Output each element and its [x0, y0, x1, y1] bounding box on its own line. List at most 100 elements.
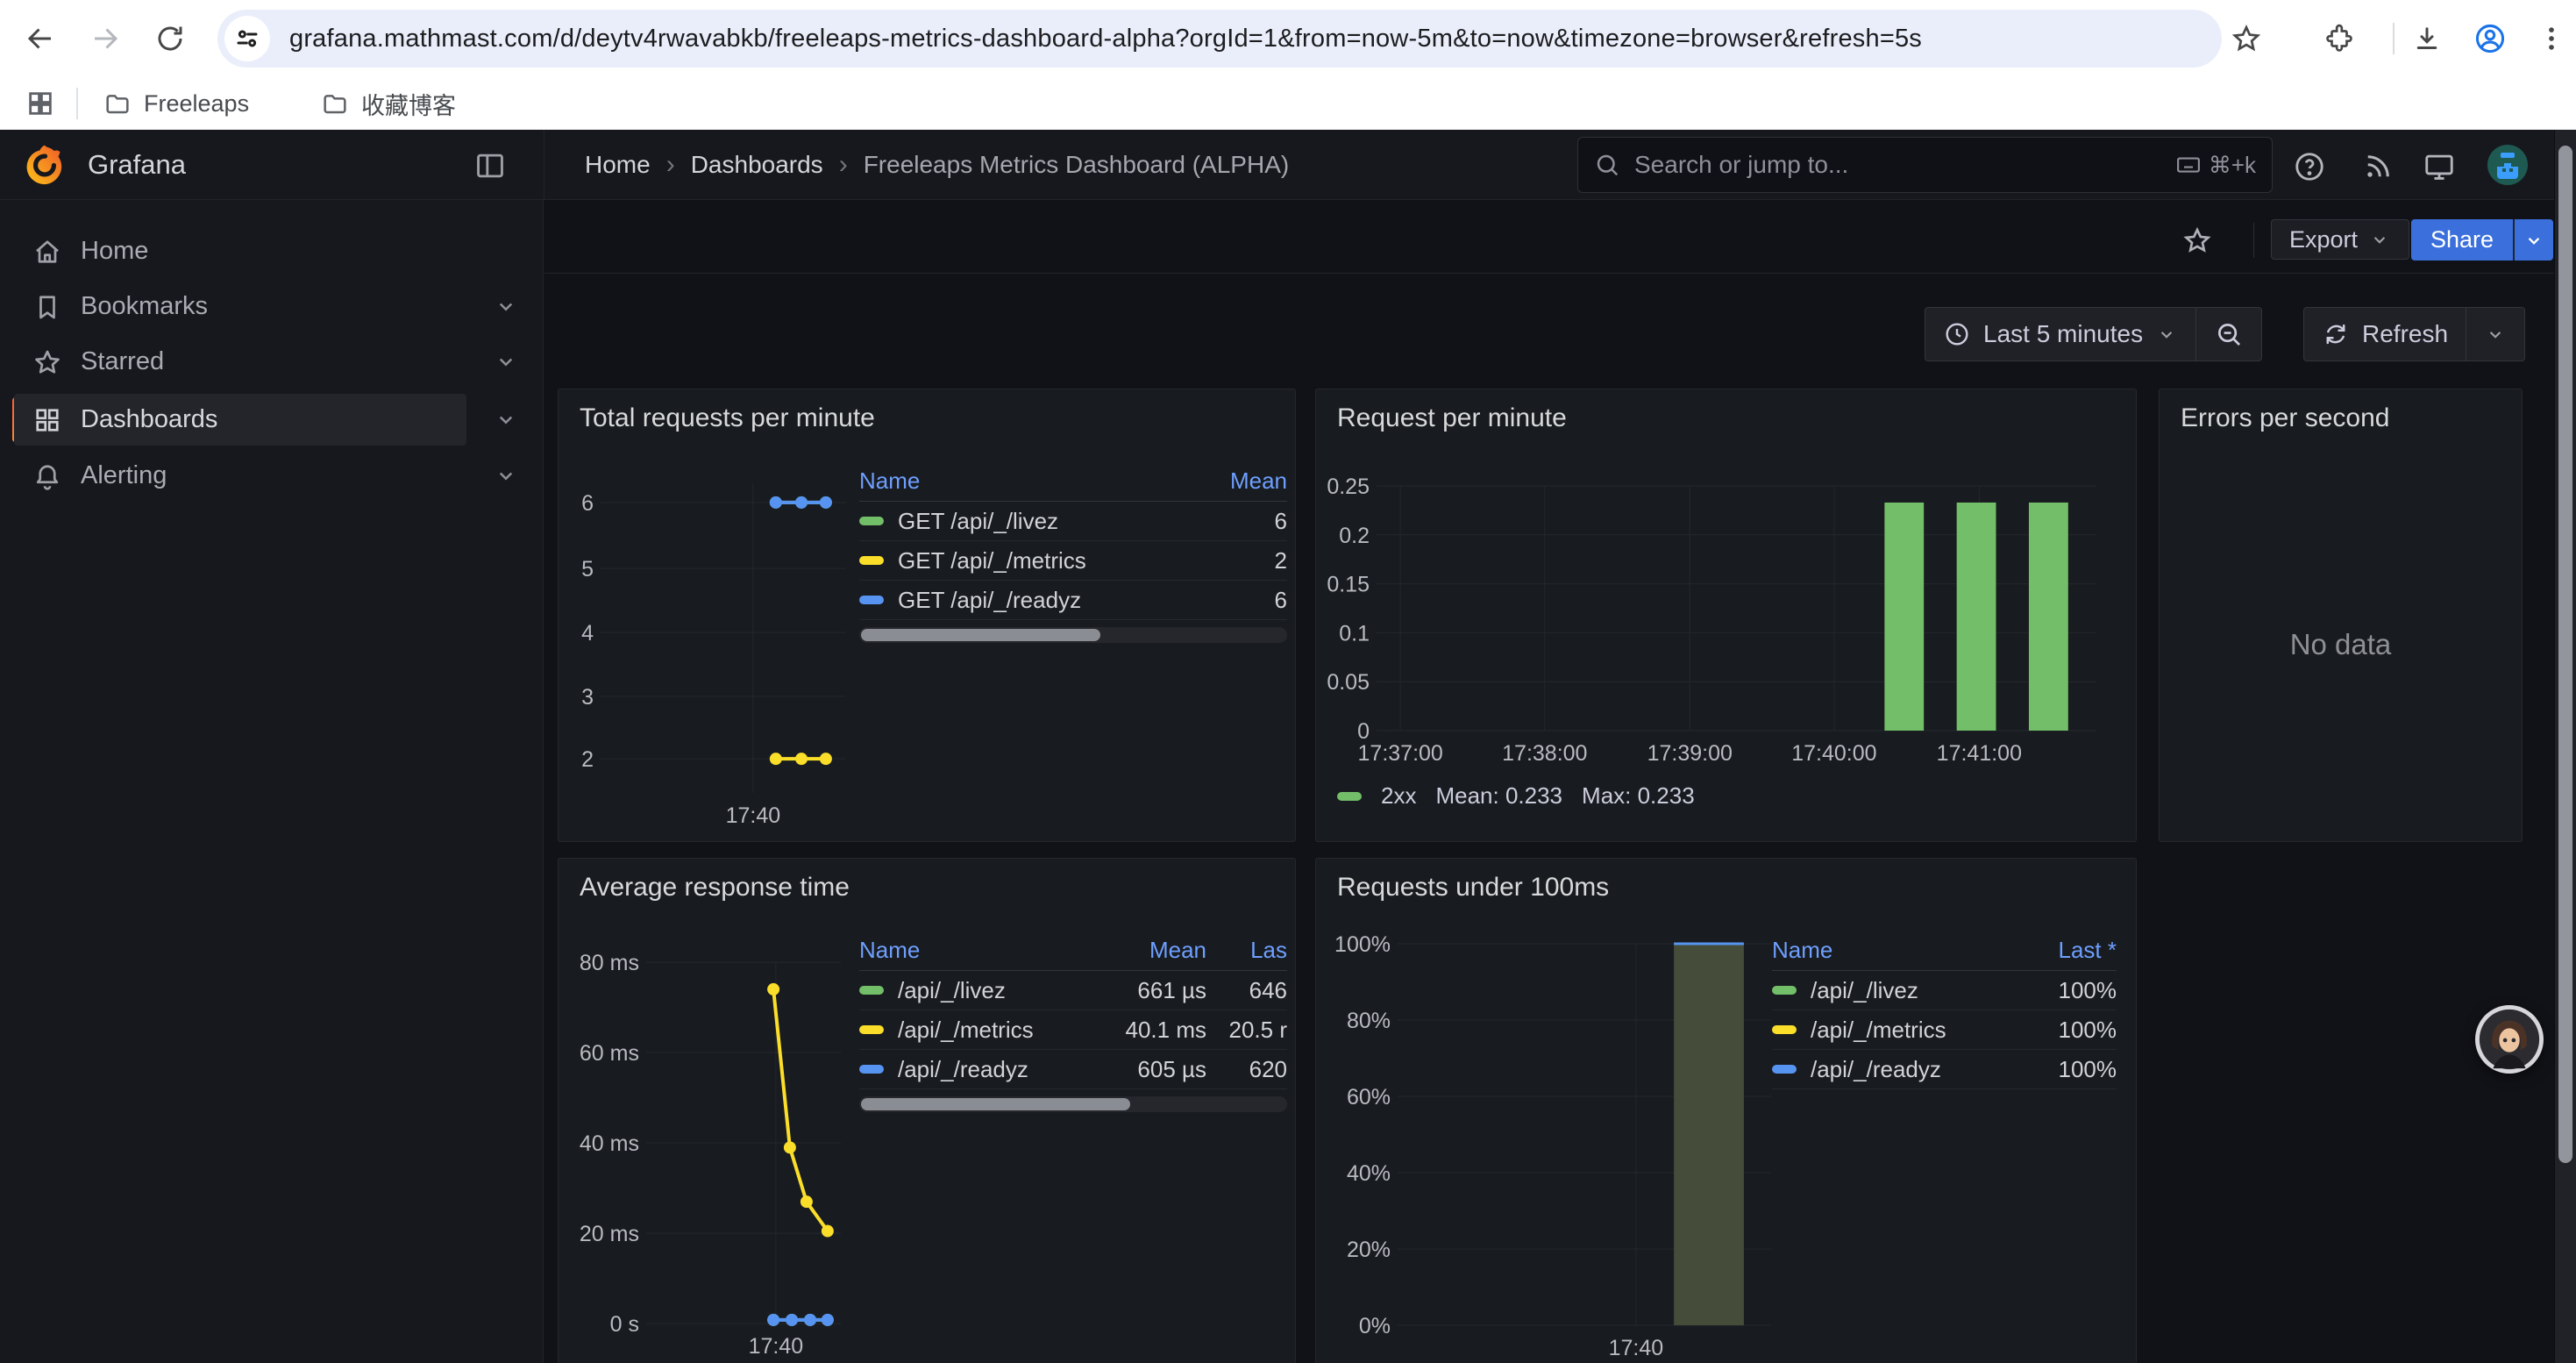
legend-row[interactable]: /api/_/livez 661 µs 646: [859, 971, 1287, 1010]
export-label: Export: [2289, 226, 2358, 253]
scrollbar-thumb[interactable]: [861, 629, 1100, 641]
clock-icon: [1943, 320, 1971, 348]
legend-row[interactable]: /api/_/readyz 605 µs 620: [859, 1050, 1287, 1089]
chevron-down-icon[interactable]: [493, 348, 519, 375]
legend-header: Name Mean: [859, 461, 1287, 502]
column-last[interactable]: Last *: [2011, 937, 2117, 964]
series-max: Max: 0.233: [1582, 782, 1695, 810]
refresh-interval-dropdown[interactable]: [2466, 308, 2524, 360]
time-range-picker[interactable]: Last 5 minutes: [1925, 308, 2195, 360]
panel-title[interactable]: Errors per second: [2181, 403, 2389, 433]
svg-text:5: 5: [581, 557, 594, 582]
svg-text:20 ms: 20 ms: [580, 1222, 639, 1246]
search-shortcut: ⌘+k: [2175, 152, 2256, 179]
export-button[interactable]: Export: [2271, 219, 2409, 260]
news-button[interactable]: [2359, 147, 2397, 186]
kiosk-mode-button[interactable]: [2420, 147, 2459, 186]
site-settings-button[interactable]: [224, 16, 270, 61]
share-dropdown-button[interactable]: [2513, 219, 2553, 260]
breadcrumb-dashboards[interactable]: Dashboards: [691, 151, 823, 179]
legend-scrollbar[interactable]: [859, 1096, 1287, 1112]
svg-text:0.1: 0.1: [1339, 621, 1370, 646]
panel-title[interactable]: Average response time: [580, 873, 850, 903]
url-text[interactable]: grafana.mathmast.com/d/deytv4rwavabkb/fr…: [289, 25, 1922, 54]
legend-scrollbar[interactable]: [859, 627, 1287, 643]
chevron-down-icon[interactable]: [493, 293, 519, 319]
floating-assistant-avatar[interactable]: [2475, 1005, 2544, 1074]
browser-menu-button[interactable]: [2532, 19, 2571, 58]
svg-text:17:40: 17:40: [1609, 1336, 1664, 1360]
column-name[interactable]: Name: [1772, 937, 2011, 964]
chart-legend[interactable]: 2xx Mean: 0.233 Max: 0.233: [1337, 782, 1695, 810]
column-name[interactable]: Name: [859, 467, 1164, 495]
sidebar-item-bookmarks[interactable]: Bookmarks: [0, 279, 544, 334]
legend-header: Name Mean Las: [859, 931, 1287, 971]
legend-row[interactable]: /api/_/livez 100%: [1772, 971, 2117, 1010]
refresh-button[interactable]: Refresh: [2304, 308, 2466, 360]
favorite-dashboard-button[interactable]: [2181, 225, 2213, 256]
panel-errors-per-second: Errors per second No data: [2159, 389, 2523, 842]
scrollbar-thumb[interactable]: [861, 1098, 1130, 1110]
assistant-avatar-image: [2475, 1005, 2544, 1074]
series-mean: 6: [1164, 587, 1287, 614]
svg-text:17:40: 17:40: [726, 803, 781, 826]
column-last[interactable]: Las: [1206, 937, 1287, 964]
chevron-down-icon[interactable]: [493, 462, 519, 489]
browser-reload-button[interactable]: [151, 19, 189, 58]
average-response-time-chart[interactable]: 80 ms60 ms40 ms20 ms0 s17:40: [559, 929, 879, 1363]
bookmark-folder-blogs[interactable]: 收藏博客: [309, 82, 468, 125]
legend-row[interactable]: GET /api/_/metrics 2: [859, 541, 1287, 581]
breadcrumb-home[interactable]: Home: [585, 151, 651, 179]
apps-grid-icon: [25, 89, 55, 118]
chevron-down-icon[interactable]: [493, 406, 519, 432]
series-name: 2xx: [1381, 782, 1416, 810]
address-bar[interactable]: grafana.mathmast.com/d/deytv4rwavabkb/fr…: [217, 10, 2222, 68]
series-color-pill: [859, 1025, 884, 1034]
sidebar-item-starred[interactable]: Starred: [0, 334, 544, 389]
legend-row[interactable]: /api/_/metrics 100%: [1772, 1010, 2117, 1050]
bookmark-page-button[interactable]: [2227, 19, 2266, 58]
series-color-pill: [1772, 1025, 1797, 1034]
panel-title[interactable]: Request per minute: [1337, 403, 1567, 433]
series-name: GET /api/_/metrics: [898, 547, 1086, 574]
browser-back-button[interactable]: [21, 19, 60, 58]
series-mean: 661 µs: [1084, 977, 1206, 1004]
sidebar-item-dashboards[interactable]: Dashboards: [0, 392, 544, 447]
panel-title[interactable]: Total requests per minute: [580, 403, 875, 433]
profile-button[interactable]: [2471, 19, 2509, 58]
legend-row[interactable]: /api/_/metrics 40.1 ms 20.5 r: [859, 1010, 1287, 1050]
browser-forward-button[interactable]: [86, 19, 125, 58]
downloads-button[interactable]: [2408, 19, 2446, 58]
browser-toolbar: grafana.mathmast.com/d/deytv4rwavabkb/fr…: [0, 0, 2576, 77]
bookmarks-bar: Freeleaps 收藏博客: [0, 77, 2576, 130]
extensions-button[interactable]: [2320, 19, 2359, 58]
total-requests-chart[interactable]: 6543217:40: [559, 477, 861, 826]
requests-under-100ms-chart[interactable]: 100%80%60%40%20%0%17:40: [1316, 929, 1807, 1363]
grafana-logo[interactable]: [23, 143, 67, 187]
legend-table: Name Last * /api/_/livez 100% /api/_/met…: [1772, 931, 2117, 1089]
series-mean: 605 µs: [1084, 1056, 1206, 1083]
share-button[interactable]: Share: [2411, 219, 2513, 260]
legend-row[interactable]: GET /api/_/livez 6: [859, 502, 1287, 541]
column-mean[interactable]: Mean: [1164, 467, 1287, 495]
legend-row[interactable]: GET /api/_/readyz 6: [859, 581, 1287, 620]
legend-row[interactable]: /api/_/readyz 100%: [1772, 1050, 2117, 1089]
user-avatar[interactable]: [2487, 144, 2529, 186]
apps-shortcut-button[interactable]: [21, 84, 60, 123]
panel-title[interactable]: Requests under 100ms: [1337, 873, 1609, 903]
bookmarks-separator: [76, 88, 78, 119]
sidebar-item-alerting[interactable]: Alerting: [0, 448, 544, 503]
collapse-sidebar-button[interactable]: [473, 149, 507, 182]
zoom-out-time-button[interactable]: [2195, 308, 2261, 360]
page-scrollbar[interactable]: [2554, 130, 2576, 1363]
bookmark-folder-freeleaps[interactable]: Freeleaps: [91, 82, 261, 125]
search-input[interactable]: Search or jump to... ⌘+k: [1577, 137, 2273, 193]
svg-text:3: 3: [581, 685, 594, 710]
scrollbar-thumb[interactable]: [2558, 146, 2572, 1163]
sidebar-item-label: Dashboards: [81, 405, 217, 434]
column-name[interactable]: Name: [859, 937, 1084, 964]
series-last: 100%: [2011, 977, 2117, 1004]
sidebar-item-home[interactable]: Home: [0, 224, 544, 279]
column-mean[interactable]: Mean: [1084, 937, 1206, 964]
help-button[interactable]: [2290, 147, 2329, 186]
